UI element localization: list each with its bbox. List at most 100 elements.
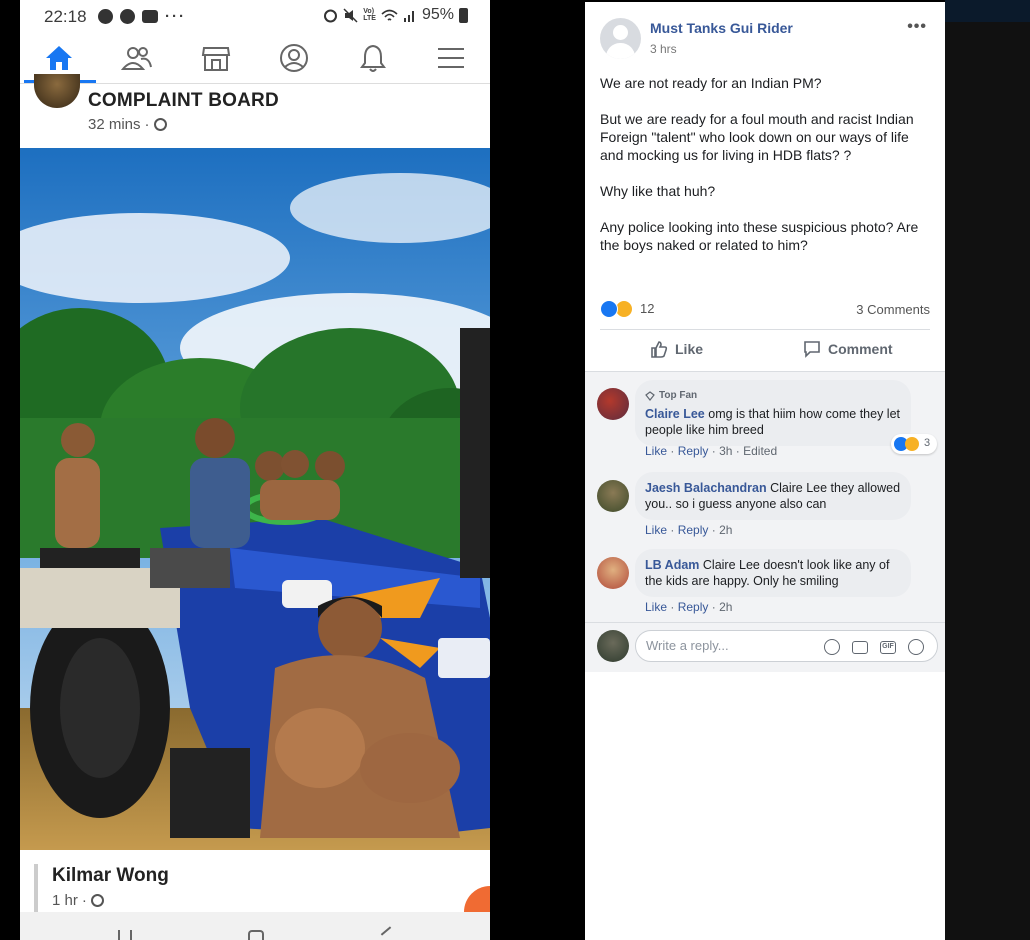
reaction-count[interactable]: 12 bbox=[640, 301, 654, 316]
more-notifications-icon: ··· bbox=[165, 8, 186, 25]
back-button[interactable] bbox=[380, 926, 392, 936]
commenter-avatar[interactable] bbox=[597, 388, 629, 420]
comment-like-link[interactable]: Like bbox=[645, 523, 667, 537]
post-body: We are not ready for an Indian PM? But w… bbox=[600, 74, 930, 272]
next-post-accent-bar bbox=[34, 864, 38, 912]
comment-time[interactable]: 2h bbox=[719, 523, 732, 537]
comment-like-link[interactable]: Like bbox=[645, 444, 667, 458]
camera-icon[interactable] bbox=[852, 641, 868, 654]
default-avatar-body bbox=[606, 43, 635, 59]
battery-icon bbox=[459, 7, 468, 23]
home-tab[interactable] bbox=[31, 38, 87, 78]
post-paragraph: We are not ready for an Indian PM? bbox=[600, 75, 822, 91]
sticker-icon[interactable] bbox=[908, 639, 924, 655]
signal-icon bbox=[403, 10, 414, 22]
divider bbox=[600, 329, 930, 330]
status-time: 22:18 bbox=[44, 7, 87, 26]
browser-edge bbox=[945, 22, 1030, 940]
comment-time[interactable]: 3h bbox=[719, 444, 732, 458]
commenter-name[interactable]: Claire Lee bbox=[645, 407, 705, 421]
author-avatar[interactable] bbox=[600, 18, 641, 59]
meta-separator: · bbox=[144, 116, 150, 133]
meta-separator: · bbox=[81, 892, 87, 909]
next-post-author[interactable]: Kilmar Wong bbox=[52, 865, 169, 887]
like-button[interactable]: Like bbox=[650, 340, 703, 358]
page-avatar[interactable] bbox=[34, 74, 80, 108]
floating-action-button[interactable] bbox=[464, 886, 490, 912]
notification-icons: ··· bbox=[98, 8, 186, 25]
recents-button[interactable] bbox=[118, 930, 132, 940]
battery-percent: 95% bbox=[421, 6, 454, 23]
mute-icon bbox=[343, 7, 358, 23]
page-name[interactable]: COMPLAINT BOARD bbox=[88, 90, 279, 112]
tractor-boys-photo bbox=[20, 148, 490, 850]
status-bar: 22:18 ··· Vo) LTE 95% bbox=[20, 0, 490, 32]
emoji-icon[interactable] bbox=[824, 639, 840, 655]
comment-meta: Like · Reply · 2h bbox=[645, 523, 733, 537]
comment-like-link[interactable]: Like bbox=[645, 600, 667, 614]
globe-icon bbox=[90, 894, 104, 907]
reaction-summary: 12 3 Comments bbox=[600, 298, 930, 320]
current-user-avatar bbox=[597, 630, 629, 662]
diamond-icon bbox=[645, 391, 655, 401]
android-nav-bar bbox=[20, 912, 490, 940]
next-post-header: Kilmar Wong 1 hr · bbox=[20, 850, 490, 912]
system-icons: Vo) LTE 95% bbox=[323, 6, 468, 24]
post-author-name[interactable]: Must Tanks Gui Rider bbox=[650, 20, 793, 36]
commenter-name[interactable]: Jaesh Balachandran bbox=[645, 481, 767, 495]
comment-meta: Like · Reply · 3h · Edited bbox=[645, 444, 778, 458]
comment-reply-link[interactable]: Reply bbox=[678, 523, 709, 537]
commenter-avatar[interactable] bbox=[597, 480, 629, 512]
phone-screenshot: 22:18 ··· Vo) LTE 95% COMPLAINT BOARD 32… bbox=[20, 0, 490, 940]
browser-edge-top bbox=[945, 0, 1030, 22]
reply-input[interactable] bbox=[646, 638, 806, 653]
facebook-post: Must Tanks Gui Rider 3 hrs ••• We are no… bbox=[585, 2, 945, 940]
comment-time[interactable]: 2h bbox=[719, 600, 732, 614]
page-post-time[interactable]: 32 mins bbox=[88, 116, 141, 133]
marketplace-tab[interactable] bbox=[188, 38, 244, 78]
comment-button[interactable]: Comment bbox=[803, 340, 893, 358]
gif-icon[interactable]: GIF bbox=[880, 641, 896, 654]
home-button[interactable] bbox=[248, 930, 264, 940]
comment-reply-link[interactable]: Reply bbox=[678, 444, 709, 458]
reply-composer: GIF bbox=[585, 622, 945, 668]
notifications-tab[interactable] bbox=[345, 38, 401, 78]
volte-icon: Vo) LTE bbox=[363, 8, 376, 22]
facebook-tab-bar bbox=[20, 32, 490, 84]
comment-edited[interactable]: Edited bbox=[743, 444, 777, 458]
commenter-name[interactable]: LB Adam bbox=[645, 558, 699, 572]
post-paragraph: But we are ready for a foul mouth and ra… bbox=[600, 111, 914, 163]
page-post-header: COMPLAINT BOARD 32 mins · bbox=[20, 74, 490, 148]
comment-bubble: Jaesh Balachandran Claire Lee they allow… bbox=[635, 472, 911, 520]
friends-tab[interactable] bbox=[109, 38, 165, 78]
post-photo[interactable] bbox=[20, 148, 490, 850]
comment-bubble: Top Fan Claire Lee omg is that hiim how … bbox=[635, 380, 911, 446]
bell-icon bbox=[360, 44, 386, 72]
comment-reply-link[interactable]: Reply bbox=[678, 600, 709, 614]
thumbs-up-icon bbox=[651, 341, 668, 358]
marketplace-icon bbox=[201, 47, 231, 71]
haha-reaction-icon bbox=[905, 437, 919, 451]
reply-input-box[interactable]: GIF bbox=[635, 630, 938, 662]
comment-reactions[interactable]: 3 bbox=[891, 434, 937, 454]
menu-tab[interactable] bbox=[423, 38, 479, 78]
post-paragraph: Why like that huh? bbox=[600, 183, 716, 199]
commenter-avatar[interactable] bbox=[597, 557, 629, 589]
like-reaction-icon[interactable] bbox=[600, 300, 618, 318]
comment-item: Top Fan Claire Lee omg is that hiim how … bbox=[597, 380, 937, 460]
comment-count[interactable]: 3 Comments bbox=[856, 302, 930, 317]
post-timestamp[interactable]: 3 hrs bbox=[650, 42, 677, 56]
comment-button-label: Comment bbox=[828, 341, 893, 357]
hamburger-menu-icon bbox=[438, 48, 464, 68]
friends-icon bbox=[121, 47, 152, 70]
post-actions: Like Comment bbox=[600, 332, 930, 368]
next-post-meta: 1 hr · bbox=[52, 892, 104, 909]
messenger-icon bbox=[98, 9, 113, 24]
more-options-icon[interactable]: ••• bbox=[907, 18, 927, 36]
next-post-time[interactable]: 1 hr bbox=[52, 892, 78, 909]
like-button-label: Like bbox=[675, 341, 704, 357]
default-avatar-head bbox=[613, 25, 628, 40]
wifi-icon bbox=[381, 9, 398, 21]
globe-icon bbox=[153, 118, 167, 131]
profile-tab[interactable] bbox=[266, 38, 322, 78]
